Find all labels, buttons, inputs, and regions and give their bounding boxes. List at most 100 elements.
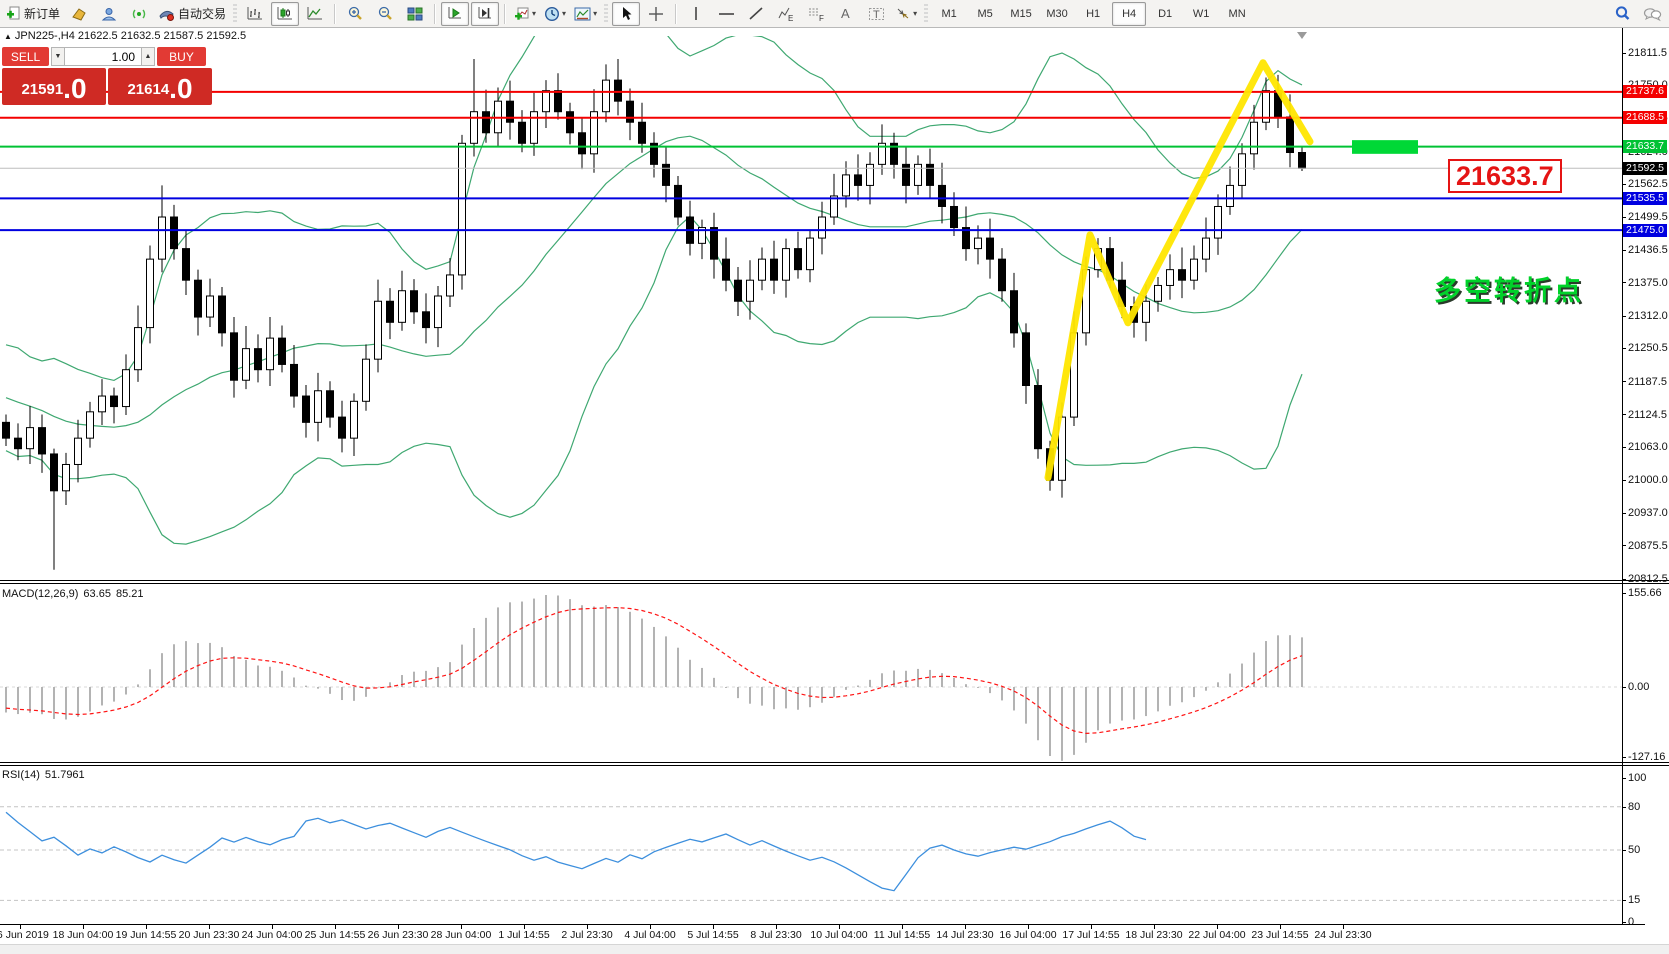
zoom-out-button[interactable] bbox=[371, 2, 399, 26]
sell-button[interactable]: SELL bbox=[2, 47, 49, 66]
new-order-label: 新订单 bbox=[24, 5, 60, 22]
line-chart-button[interactable] bbox=[301, 2, 329, 26]
search-button[interactable] bbox=[1608, 2, 1636, 26]
rsi-axis-tick: 100 bbox=[1622, 772, 1669, 784]
buy-button[interactable]: BUY bbox=[157, 47, 206, 66]
symbol-info: ▲JPN225-,H4 21622.5 21632.5 21587.5 2159… bbox=[4, 30, 246, 42]
rsi-axis-tick: 15 bbox=[1622, 894, 1669, 906]
price-chart-canvas[interactable] bbox=[0, 28, 1669, 953]
bar-chart-button[interactable] bbox=[241, 2, 269, 26]
new-order-icon bbox=[6, 6, 21, 21]
trendline-icon bbox=[748, 6, 764, 21]
buy-price-button[interactable]: 21614 .0 bbox=[108, 68, 212, 105]
toolbar-separator bbox=[675, 4, 677, 24]
chat-button[interactable] bbox=[1638, 2, 1666, 26]
axis-tick: 21499.5 bbox=[1622, 211, 1669, 223]
auto-scroll-button[interactable] bbox=[441, 2, 469, 26]
text-label-button[interactable]: T bbox=[862, 2, 890, 26]
add-indicator-button[interactable]: ▾ bbox=[511, 2, 539, 26]
svg-text:A: A bbox=[841, 6, 850, 21]
new-order-button[interactable]: 新订单 bbox=[3, 2, 63, 26]
timeframe-H1[interactable]: H1 bbox=[1076, 2, 1110, 26]
timeframe-H4[interactable]: H4 bbox=[1112, 2, 1146, 26]
rsi-axis-tick: 80 bbox=[1622, 801, 1669, 813]
horizontal-line-button[interactable] bbox=[712, 2, 740, 26]
timeframe-group: M1M5M15M30H1H4D1W1MN bbox=[931, 2, 1255, 26]
sell-price: 21591 bbox=[21, 77, 63, 103]
signal-icon bbox=[131, 7, 147, 21]
axis-tick: 21436.5 bbox=[1622, 244, 1669, 256]
timeframe-W1[interactable]: W1 bbox=[1184, 2, 1218, 26]
toolbar-separator bbox=[334, 4, 336, 24]
volume-increase-button[interactable]: ▲ bbox=[141, 47, 155, 66]
zoom-out-icon bbox=[377, 6, 393, 22]
crosshair-icon bbox=[648, 6, 664, 22]
axis-tick: 21375.0 bbox=[1622, 277, 1669, 289]
profile-button[interactable] bbox=[95, 2, 123, 26]
toolbar-separator bbox=[504, 4, 506, 24]
time-label: 17 Jul 14:55 bbox=[1062, 929, 1119, 941]
candlestick-icon bbox=[277, 6, 293, 21]
timeframe-M5[interactable]: M5 bbox=[968, 2, 1002, 26]
market-watch-button[interactable] bbox=[65, 2, 93, 26]
arrows-icon bbox=[895, 6, 911, 21]
buy-price: 21614 bbox=[127, 77, 169, 103]
price-annotation-box[interactable]: 21633.7 bbox=[1448, 159, 1562, 193]
fibonacci-button[interactable]: F bbox=[802, 2, 830, 26]
sell-price-button[interactable]: 21591 .0 bbox=[2, 68, 106, 105]
axis-tick: 20875.5 bbox=[1622, 540, 1669, 552]
chart-shift-button[interactable] bbox=[471, 2, 499, 26]
trendline-button[interactable] bbox=[742, 2, 770, 26]
time-label: 23 Jul 14:55 bbox=[1251, 929, 1308, 941]
buy-price-decimal: .0 bbox=[169, 75, 192, 103]
vertical-line-button[interactable] bbox=[682, 2, 710, 26]
arrows-button[interactable]: ▾ bbox=[892, 2, 920, 26]
time-label: 10 Jul 04:00 bbox=[810, 929, 867, 941]
volume-input[interactable] bbox=[65, 47, 141, 66]
chat-icon bbox=[1643, 6, 1662, 22]
axis-tick: 21562.5 bbox=[1622, 178, 1669, 190]
time-label: 24 Jul 23:30 bbox=[1314, 929, 1371, 941]
line-chart-icon bbox=[307, 6, 323, 21]
autotrading-button[interactable]: 自动交易 bbox=[155, 2, 229, 26]
text-button[interactable]: A bbox=[832, 2, 860, 26]
timeframe-M1[interactable]: M1 bbox=[932, 2, 966, 26]
chart-window[interactable]: ▲JPN225-,H4 21622.5 21632.5 21587.5 2159… bbox=[0, 28, 1669, 953]
timeframe-MN[interactable]: MN bbox=[1220, 2, 1254, 26]
time-label: 25 Jun 14:55 bbox=[305, 929, 366, 941]
candlestick-button[interactable] bbox=[271, 2, 299, 26]
macd-label: MACD(12,26,9)63.6585.21 bbox=[2, 588, 148, 600]
time-label: 5 Jul 14:55 bbox=[687, 929, 738, 941]
chart-shift-marker[interactable] bbox=[1297, 32, 1307, 39]
signal-button[interactable] bbox=[125, 2, 153, 26]
autotrading-label: 自动交易 bbox=[178, 5, 226, 22]
zoom-in-button[interactable] bbox=[341, 2, 369, 26]
cursor-icon bbox=[619, 6, 633, 21]
toolbar-grip bbox=[604, 4, 608, 24]
timeframe-D1[interactable]: D1 bbox=[1148, 2, 1182, 26]
dropdown-caret: ▾ bbox=[562, 9, 566, 18]
one-click-trading-panel: SELL ▼ ▲ BUY 21591 .0 21614 .0 bbox=[2, 47, 214, 105]
timeframe-M15[interactable]: M15 bbox=[1004, 2, 1038, 26]
template-button[interactable]: ▾ bbox=[571, 2, 600, 26]
tile-windows-button[interactable] bbox=[401, 2, 429, 26]
periods-button[interactable]: ▾ bbox=[541, 2, 569, 26]
vertical-line-icon bbox=[690, 6, 702, 21]
price-level-badge: 21535.5 bbox=[1623, 192, 1667, 205]
crosshair-button[interactable] bbox=[642, 2, 670, 26]
toolbar-grip bbox=[233, 4, 237, 24]
price-axis[interactable]: 21811.521750.021688.521624.021562.521499… bbox=[1622, 28, 1669, 953]
axis-tick: 21063.0 bbox=[1622, 441, 1669, 453]
volume-decrease-button[interactable]: ▼ bbox=[51, 47, 65, 66]
cursor-button[interactable] bbox=[612, 2, 640, 26]
timeframe-M30[interactable]: M30 bbox=[1040, 2, 1074, 26]
time-axis[interactable]: 16 Jun 201918 Jun 04:0019 Jun 14:5520 Ju… bbox=[0, 925, 1622, 944]
tile-windows-icon bbox=[407, 7, 423, 21]
channel-button[interactable]: E bbox=[772, 2, 800, 26]
time-label: 11 Jul 14:55 bbox=[874, 929, 930, 941]
chart-shift-icon bbox=[477, 6, 493, 21]
time-label: 18 Jul 23:30 bbox=[1125, 929, 1182, 941]
axis-tick: 21312.0 bbox=[1622, 310, 1669, 322]
toolbar-grip bbox=[924, 4, 928, 24]
rsi-axis-tick: 50 bbox=[1622, 844, 1669, 856]
